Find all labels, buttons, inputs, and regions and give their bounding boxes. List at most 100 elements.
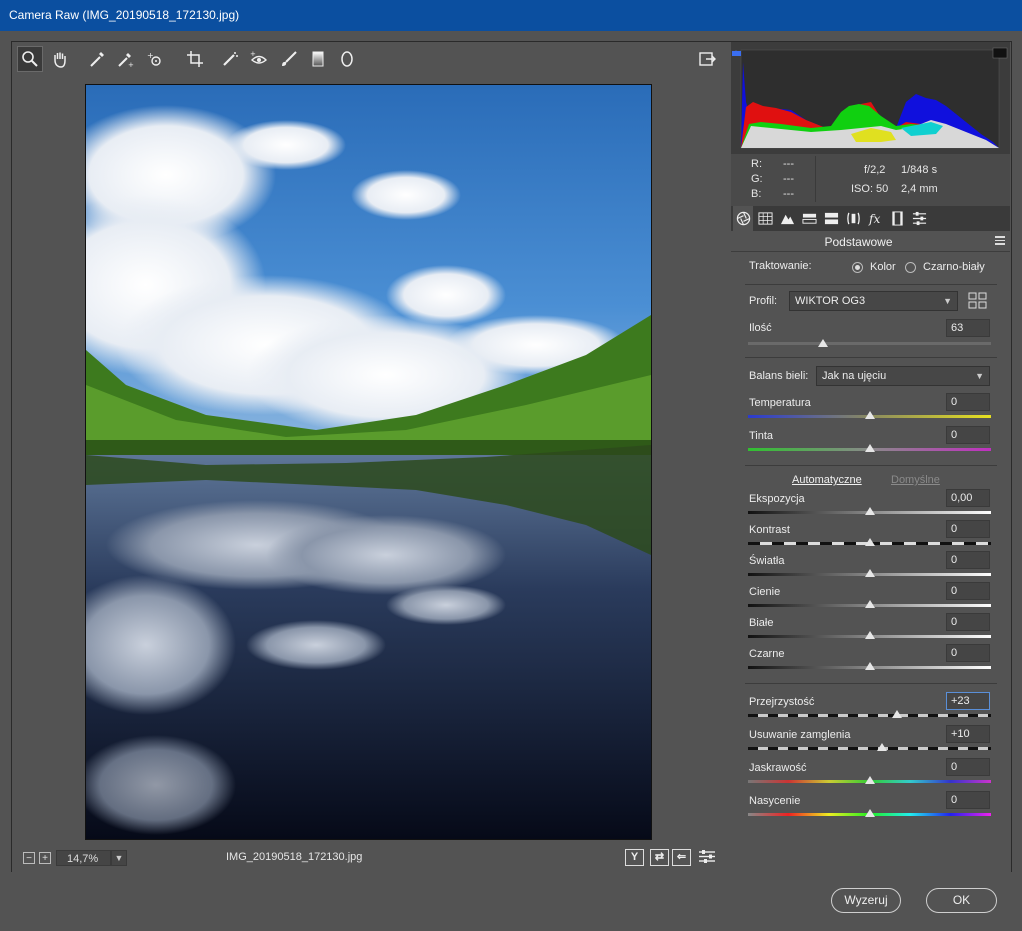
ekspozycja-field[interactable]: 0,00	[946, 489, 990, 507]
photo-preview[interactable]	[85, 84, 652, 840]
radial-filter-icon[interactable]	[334, 46, 360, 72]
lens-icon	[846, 212, 860, 225]
temperatura-label: Temperatura	[749, 397, 811, 409]
jaskrawosc-label: Jaskrawość	[749, 762, 807, 774]
tab-effects[interactable]: fx	[865, 206, 885, 231]
zoom-in-button[interactable]: +	[39, 852, 51, 864]
przejrzystosc-field[interactable]: +23	[946, 692, 990, 710]
chevron-down-icon: ▼	[114, 853, 124, 863]
tab-calibration[interactable]	[887, 206, 907, 231]
cienie-field[interactable]: 0	[946, 582, 990, 600]
targeted-adjust-icon[interactable]: +	[142, 46, 168, 72]
before-after-view-button[interactable]: Y	[625, 849, 644, 866]
tinta-slider-thumb[interactable]	[864, 444, 875, 452]
kontrast-slider-thumb[interactable]	[864, 538, 875, 546]
panel-menu-icon[interactable]	[995, 236, 1005, 245]
biale-label: Białe	[749, 617, 774, 629]
treatment-bw-radio[interactable]	[905, 262, 916, 273]
profile-label: Profil:	[749, 295, 778, 307]
white-balance-icon[interactable]	[84, 46, 110, 72]
copy-settings-icon[interactable]: ⇐	[672, 849, 691, 866]
czarne-field[interactable]: 0	[946, 644, 990, 662]
usuwanie-slider-track[interactable]	[748, 747, 991, 750]
jaskrawosc-slider-thumb[interactable]	[864, 776, 875, 784]
panel-title: Podstawowe	[824, 235, 893, 249]
aperture-icon	[736, 211, 750, 226]
amount-slider-track[interactable]	[748, 342, 991, 345]
divider	[745, 683, 997, 684]
amount-slider-thumb[interactable]	[818, 339, 829, 347]
treatment-bw-label[interactable]: Czarno-biały	[923, 261, 985, 273]
crop-icon[interactable]	[182, 46, 208, 72]
przejrzystosc-slider-thumb[interactable]	[892, 710, 903, 718]
tab-tone-curve[interactable]	[755, 206, 775, 231]
title-bar: Camera Raw (IMG_20190518_172130.jpg)	[0, 0, 1022, 31]
swiatla-label: Światła	[749, 555, 785, 567]
czarne-slider-thumb[interactable]	[864, 662, 875, 670]
zoom-out-button[interactable]: −	[23, 852, 35, 864]
tab-basic[interactable]	[733, 206, 753, 231]
usuwanie-slider-thumb[interactable]	[876, 743, 887, 751]
tab-lens[interactable]	[843, 206, 863, 231]
temperatura-field[interactable]: 0	[946, 393, 990, 411]
hsl-icon	[801, 213, 817, 224]
b-label: B:	[751, 188, 762, 200]
usuwanie-field[interactable]: +10	[946, 725, 990, 743]
zoom-level-field[interactable]: 14,7%	[56, 850, 111, 866]
r-label: R:	[751, 158, 762, 170]
zoom-dropdown-button[interactable]: ▼	[111, 850, 127, 866]
focal-length: 2,4 mm	[901, 183, 938, 195]
treatment-color-label[interactable]: Kolor	[870, 261, 896, 273]
tinta-label: Tinta	[749, 430, 774, 442]
tinta-field[interactable]: 0	[946, 426, 990, 444]
ekspozycja-label: Ekspozycja	[749, 493, 805, 505]
reset-button[interactable]: Wyzeruj	[831, 888, 901, 913]
biale-field[interactable]: 0	[946, 613, 990, 631]
mountains-icon	[780, 214, 794, 225]
histogram	[731, 42, 1010, 154]
chevron-down-icon: ▼	[975, 371, 984, 381]
czarne-label: Czarne	[749, 648, 785, 660]
przejrzystosc-slider-track[interactable]	[748, 714, 991, 717]
tab-detail[interactable]	[777, 206, 797, 231]
white-balance-dropdown[interactable]: Jak na ujęciu ▼	[816, 366, 990, 386]
hand-icon[interactable]	[47, 46, 73, 72]
biale-slider-thumb[interactable]	[864, 631, 875, 639]
divider	[745, 465, 997, 466]
film-strip-icon	[891, 211, 903, 226]
swiatla-field[interactable]: 0	[946, 551, 990, 569]
zoom-icon[interactable]	[17, 46, 43, 72]
tab-split-toning[interactable]	[821, 206, 841, 231]
aperture: f/2,2	[864, 164, 886, 176]
adjustment-brush-icon[interactable]	[276, 46, 302, 72]
white-balance-value: Jak na ujęciu	[822, 370, 887, 382]
swap-before-after-icon[interactable]: ⇄	[650, 849, 669, 866]
nasycenie-slider-thumb[interactable]	[864, 809, 875, 817]
kontrast-field[interactable]: 0	[946, 520, 990, 538]
nasycenie-field[interactable]: 0	[946, 791, 990, 809]
graduated-filter-icon[interactable]	[305, 46, 331, 72]
red-eye-icon[interactable]: +	[246, 46, 272, 72]
treatment-color-radio[interactable]	[852, 262, 863, 273]
tab-presets[interactable]	[909, 206, 929, 231]
preferences-icon[interactable]	[694, 46, 720, 72]
spot-removal-icon[interactable]	[217, 46, 243, 72]
auto-link[interactable]: Automatyczne	[792, 474, 862, 486]
tab-hsl[interactable]	[799, 206, 819, 231]
swiatla-slider-thumb[interactable]	[864, 569, 875, 577]
svg-text:+: +	[250, 50, 256, 58]
default-link[interactable]: Domyślne	[891, 474, 940, 486]
amount-field[interactable]: 63	[946, 319, 990, 337]
toggle-settings-icon[interactable]	[697, 849, 716, 866]
temperatura-slider-thumb[interactable]	[864, 411, 875, 419]
ok-button[interactable]: OK	[926, 888, 997, 913]
jaskrawosc-field[interactable]: 0	[946, 758, 990, 776]
file-name: IMG_20190518_172130.jpg	[226, 851, 363, 863]
g-label: G:	[751, 173, 763, 185]
cienie-slider-thumb[interactable]	[864, 600, 875, 608]
ekspozycja-slider-thumb[interactable]	[864, 507, 875, 515]
profile-dropdown[interactable]: WIKTOR OG3 ▼	[789, 291, 958, 311]
profile-browser-icon[interactable]	[968, 292, 988, 312]
color-sampler-icon[interactable]: +	[112, 46, 138, 72]
exif-info: R: --- G: --- B: --- f/2,2 1/848 s ISO: …	[731, 154, 1010, 206]
